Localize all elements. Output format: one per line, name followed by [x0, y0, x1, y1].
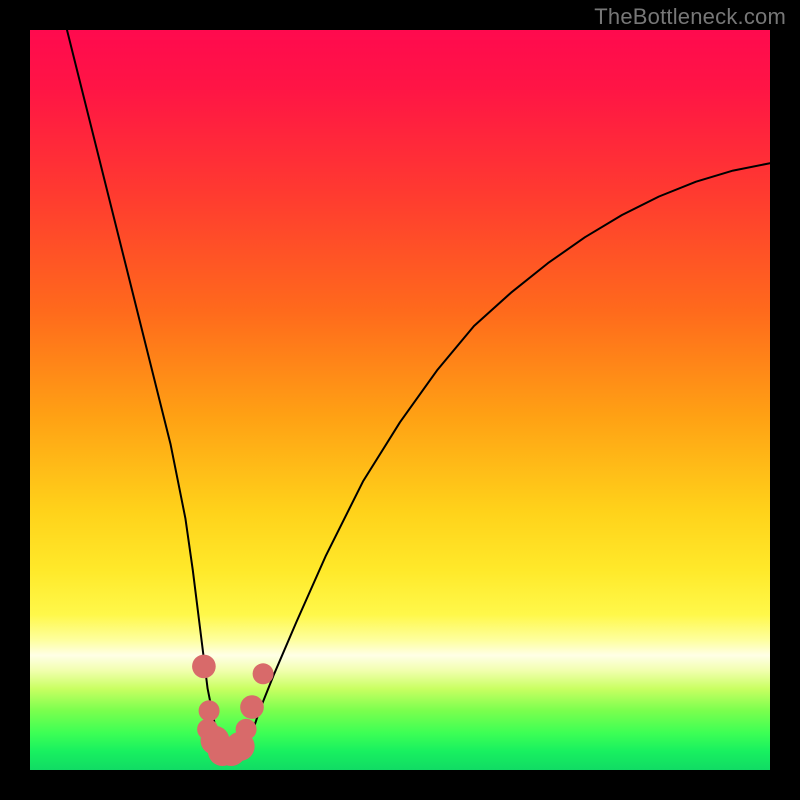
curve-marker	[240, 695, 264, 719]
marker-group	[192, 655, 274, 766]
curve-marker	[253, 663, 274, 684]
chart-frame: TheBottleneck.com	[0, 0, 800, 800]
plot-area	[30, 30, 770, 770]
watermark-text: TheBottleneck.com	[594, 4, 786, 30]
curve-svg	[30, 30, 770, 770]
curve-marker	[199, 700, 220, 721]
curve-marker	[192, 655, 216, 679]
bottleneck-curve	[67, 30, 770, 755]
curve-marker	[236, 719, 257, 740]
